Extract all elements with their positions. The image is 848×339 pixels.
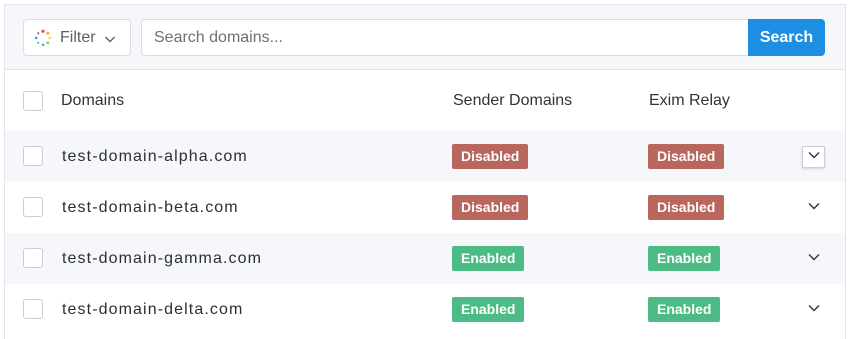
row-expand-button[interactable]: [802, 197, 825, 219]
domain-name[interactable]: test-domain-delta.com: [62, 284, 243, 335]
row-checkbox[interactable]: [23, 146, 43, 166]
row-expand-button[interactable]: [802, 299, 825, 321]
sender-domains-status-badge: Disabled: [452, 144, 529, 169]
row-checkbox[interactable]: [23, 248, 43, 268]
column-header-exim-relay[interactable]: Exim Relay: [649, 70, 730, 131]
sender-domains-status-badge: Enabled: [452, 297, 525, 322]
domain-name[interactable]: test-domain-beta.com: [62, 182, 239, 233]
exim-relay-status-badge: Disabled: [648, 144, 725, 169]
loading-spinner-icon: [34, 29, 52, 47]
domain-name[interactable]: test-domain-alpha.com: [62, 131, 248, 182]
filter-label: Filter: [60, 28, 96, 46]
column-header-domains[interactable]: Domains: [61, 70, 124, 131]
table-header: Domains Sender Domains Exim Relay: [5, 70, 845, 131]
row-checkbox[interactable]: [23, 299, 43, 319]
row-checkbox[interactable]: [23, 197, 43, 217]
chevron-down-icon: [807, 250, 821, 269]
exim-relay-status-badge: Enabled: [648, 246, 721, 271]
domain-name[interactable]: test-domain-gamma.com: [62, 233, 262, 284]
chevron-down-icon: [807, 301, 821, 320]
sender-domains-status-badge: Enabled: [452, 246, 525, 271]
search-button[interactable]: Search: [748, 19, 825, 56]
table-row[interactable]: test-domain-alpha.com Disabled Disabled: [5, 131, 845, 182]
exim-relay-status-badge: Enabled: [648, 297, 721, 322]
table-row[interactable]: test-domain-gamma.com Enabled Enabled: [5, 233, 845, 284]
domains-panel: Filter Search Domains Sender Domains Exi…: [4, 4, 846, 339]
toolbar: Filter Search: [5, 5, 845, 70]
row-expand-button[interactable]: [802, 146, 825, 168]
select-all-checkbox[interactable]: [23, 91, 43, 111]
table-row[interactable]: test-domain-beta.com Disabled Disabled: [5, 182, 845, 233]
exim-relay-status-badge: Disabled: [648, 195, 725, 220]
chevron-down-icon: [104, 32, 116, 44]
chevron-down-icon: [807, 148, 821, 167]
filter-button[interactable]: Filter: [23, 19, 131, 56]
row-expand-button[interactable]: [802, 248, 825, 270]
column-header-sender-domains[interactable]: Sender Domains: [453, 70, 572, 131]
table-row[interactable]: test-domain-delta.com Enabled Enabled: [5, 284, 845, 335]
search-input[interactable]: [141, 19, 749, 56]
sender-domains-status-badge: Disabled: [452, 195, 529, 220]
chevron-down-icon: [807, 199, 821, 218]
